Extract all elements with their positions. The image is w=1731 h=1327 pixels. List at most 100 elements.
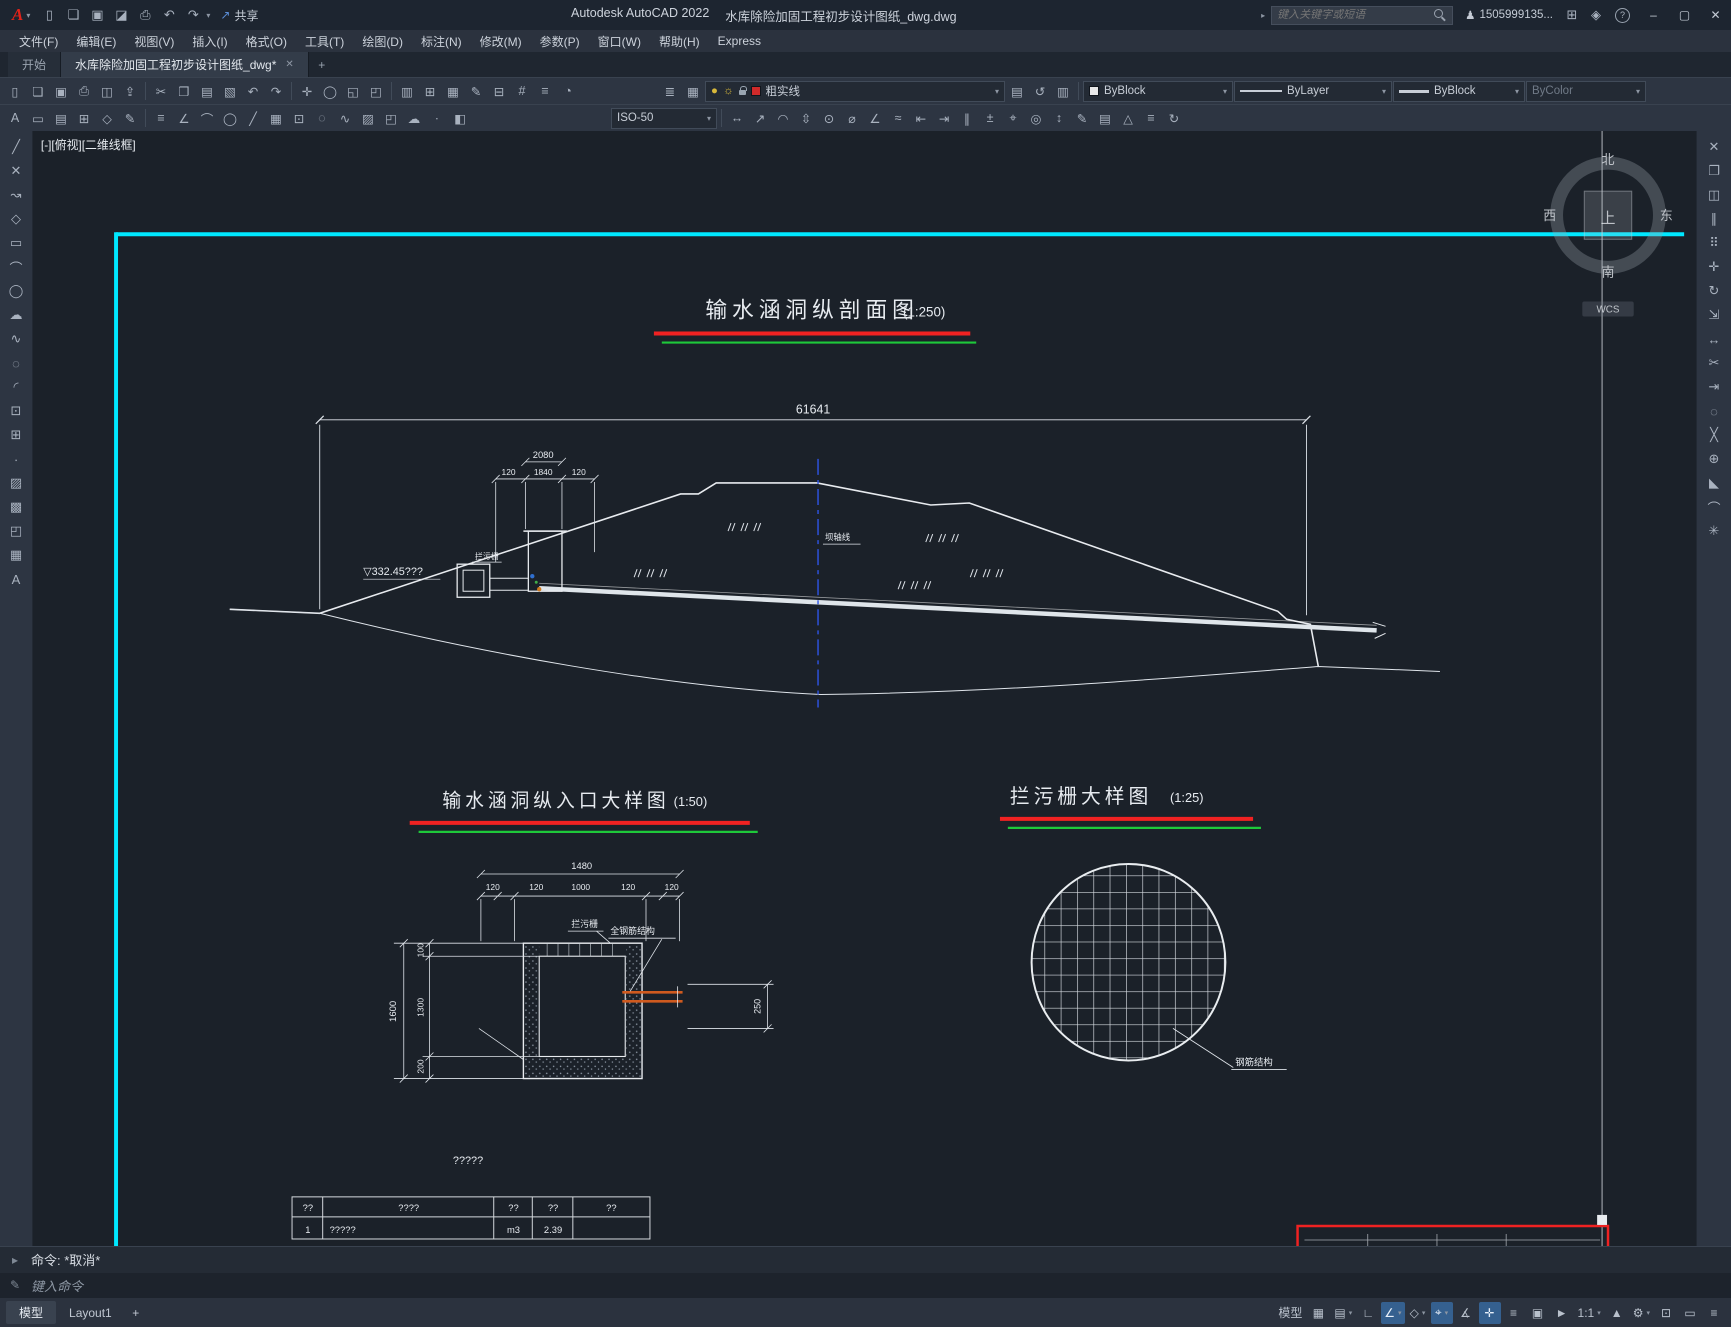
application-menu-button[interactable]: A ▾ [6,5,36,25]
join-icon[interactable]: ⊕ [1702,448,1726,470]
mirror-icon[interactable]: ◫ [1702,184,1726,206]
dim-style-manager-icon[interactable]: ≡ [1140,107,1162,129]
stretch-icon[interactable]: ↔ [1702,328,1726,350]
menu-parametric[interactable]: 参数(P) [531,30,589,52]
dim-refresh-icon[interactable]: ↻ [1163,107,1185,129]
plot-icon[interactable]: ⎙ [134,4,156,26]
hatch-icon[interactable]: ▨ [357,107,379,129]
dim-inspect-icon[interactable]: ◎ [1025,107,1047,129]
lineweight-display-icon[interactable]: ≡ [1503,1302,1525,1324]
explode-icon[interactable]: ✳ [1702,520,1726,542]
annotation-visibility-icon[interactable]: ▲ [1606,1302,1628,1324]
color-control-dropdown[interactable]: ByBlock ▾ [1083,80,1233,102]
text-style-icon[interactable]: A [4,107,26,129]
new-file-icon[interactable]: ▯ [38,4,60,26]
match-properties-icon[interactable]: ▧ [219,80,241,102]
close-button[interactable]: ✕ [1700,0,1731,30]
layer-walk-icon[interactable]: ▥ [1052,80,1074,102]
erase-icon[interactable]: ✕ [1702,136,1726,158]
undo-icon[interactable]: ↶ [158,4,180,26]
menu-file[interactable]: 文件(F) [10,30,67,52]
isodraft-icon[interactable]: ◇ ▾ [1407,1302,1429,1324]
customize-pencil-icon[interactable]: ✎ [7,1278,23,1292]
gradient-icon[interactable]: ◧ [449,107,471,129]
layer-on-bulb-icon[interactable]: ● [711,85,718,97]
viewport-controls-label[interactable]: [-][俯视][二维线框] [41,137,136,152]
dim-space-icon[interactable]: ∥ [956,107,978,129]
dim-jogged-icon[interactable]: ↕ [1048,107,1070,129]
chamfer-icon[interactable]: ◣ [1702,472,1726,494]
arc-icon[interactable]: ⌒ [4,256,28,278]
rotate-icon[interactable]: ↻ [1702,280,1726,302]
make-layer-current-icon[interactable]: ▤ [1006,80,1028,102]
transparency-icon[interactable]: ▣ [1527,1302,1549,1324]
grid-icon[interactable]: ▦ [1307,1302,1329,1324]
save-as-icon[interactable]: ◪ [110,4,132,26]
dim-angular-icon[interactable]: ∠ [864,107,886,129]
properties-icon[interactable]: ▥ [396,80,418,102]
menu-dimension[interactable]: 标注(N) [412,30,471,52]
menu-help[interactable]: 帮助(H) [650,30,709,52]
workspace-gear-icon[interactable]: ⚙ ▾ [1630,1302,1653,1324]
tool-palettes-icon[interactable]: ▦ [442,80,464,102]
layout1-tab[interactable]: Layout1 [56,1301,125,1324]
break-icon[interactable]: ╳ [1702,424,1726,446]
dim-radius-icon[interactable]: ⊙ [818,107,840,129]
paste-icon[interactable]: ▤ [196,80,218,102]
menu-format[interactable]: 格式(O) [237,30,296,52]
donut-icon[interactable]: ◌ [311,107,333,129]
hatch-icon[interactable]: ▨ [4,472,28,494]
move-icon[interactable]: ✛ [1702,256,1726,278]
tolerance-icon[interactable]: ± [979,107,1001,129]
copy-icon[interactable]: ❐ [1702,160,1726,182]
line-icon[interactable]: ╱ [4,136,28,158]
dim-edit-icon[interactable]: ✎ [1071,107,1093,129]
object-snap-tracking-icon[interactable]: ∡ [1455,1302,1477,1324]
model-tab[interactable]: 模型 [6,1301,57,1324]
linetype-control-dropdown[interactable]: ByLayer ▾ [1234,80,1392,102]
polyline-icon[interactable]: ↝ [4,184,28,206]
new-layout-button[interactable]: + [125,1306,147,1320]
polygon-icon[interactable]: ◇ [4,208,28,230]
autodesk-apps-icon[interactable]: ◈ [1585,4,1607,26]
cut-icon[interactable]: ✂ [150,80,172,102]
clean-screen-icon[interactable]: ▭ [1679,1302,1701,1324]
annotation-icon[interactable]: ► [1551,1302,1573,1324]
revision-cloud-icon[interactable]: ☁ [403,107,425,129]
plot-preview-icon[interactable]: ◫ [96,80,118,102]
menu-tools[interactable]: 工具(T) [296,30,353,52]
close-tab-icon[interactable]: ✕ [285,59,293,70]
dim-style-icon[interactable]: ▭ [27,107,49,129]
region-icon[interactable]: ◰ [380,107,402,129]
model-space-button[interactable]: 模型 [1275,1302,1305,1324]
menu-express[interactable]: Express [709,30,770,52]
offset-icon[interactable]: ∥ [1702,208,1726,230]
new-tab-button[interactable]: + [309,52,335,77]
spline-icon[interactable]: ∿ [334,107,356,129]
menu-edit[interactable]: 编辑(E) [67,30,125,52]
save-icon[interactable]: ▣ [86,4,108,26]
point-icon[interactable]: ∙ [426,107,448,129]
construction-line-icon[interactable]: ✕ [4,160,28,182]
insert-icon[interactable]: ⊡ [288,107,310,129]
compass-west-label[interactable]: 西 [1543,208,1556,223]
blocks-icon[interactable]: ◔ [557,80,579,102]
command-input-row[interactable]: ✎ 键入命令 [0,1272,1731,1298]
menu-view[interactable]: 视图(V) [125,30,183,52]
object-snap-icon[interactable]: ⌖ ▾ [1430,1301,1453,1324]
undo-icon[interactable]: ↶ [242,80,264,102]
help-icon[interactable]: ? [1615,7,1630,23]
redo-icon[interactable]: ↷ [182,4,204,26]
dim-quick-icon[interactable]: ≈ [887,107,909,129]
region-icon[interactable]: ◰ [4,520,28,542]
tab-start[interactable]: 开始 [8,52,62,77]
dynamic-input-icon[interactable]: ✛ [1478,1301,1501,1324]
dim-aligned-icon[interactable]: ↗ [749,107,771,129]
arc-tool-icon[interactable]: ⌒ [196,107,218,129]
sheet-set-icon[interactable]: ⊟ [488,80,510,102]
drawing-canvas[interactable]: [-][俯视][二维线框] 上 北 南 西 东 WCS 输水涵洞纵剖面图 (1:… [33,131,1696,1246]
make-block-icon[interactable]: ⊞ [4,424,28,446]
save-icon[interactable]: ▣ [50,80,72,102]
array-icon[interactable]: ⠿ [1702,232,1726,254]
menu-insert[interactable]: 插入(I) [183,30,236,52]
